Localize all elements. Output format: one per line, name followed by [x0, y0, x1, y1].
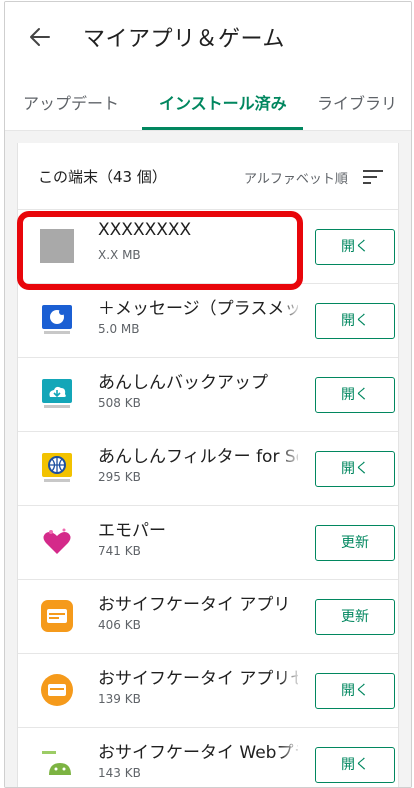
page-title: マイアプリ＆ゲーム — [83, 27, 285, 52]
list-item[interactable]: おサイフケータイ アプリ 406 KB 更新 — [18, 579, 398, 654]
app-name: エモパー — [98, 521, 166, 541]
active-tab-indicator — [142, 127, 303, 130]
text-fade — [280, 735, 302, 765]
sort-order-label[interactable]: アルファベット順 — [244, 168, 348, 187]
tab-bar: アップデート インストール済み ライブラリ — [5, 70, 411, 131]
app-size: 139 KB — [98, 692, 141, 706]
list-item[interactable]: ＋メッセージ（プラスメッセ 5.0 MB 開く — [18, 283, 398, 358]
app-name: おサイフケータイ アプリ — [98, 595, 291, 615]
update-button[interactable]: 更新 — [315, 525, 395, 561]
emopa-heart-icon — [43, 528, 71, 554]
sort-icon[interactable] — [363, 170, 385, 184]
text-fade — [280, 291, 302, 321]
open-button[interactable]: 開く — [315, 747, 395, 783]
open-button[interactable]: 開く — [315, 377, 395, 413]
app-name: おサイフケータイ アプリセ — [98, 669, 298, 689]
list-item[interactable]: あんしんフィルター for SoftBank 295 KB 開く — [18, 431, 398, 506]
open-button[interactable]: 開く — [315, 673, 395, 709]
app-size: 741 KB — [98, 544, 141, 558]
tab-updates[interactable]: アップデート — [23, 90, 119, 114]
list-item[interactable]: おサイフケータイ Webプラ 143 KB 開く — [18, 727, 398, 787]
list-item[interactable]: エモパー 741 KB 更新 — [18, 505, 398, 580]
osaifu-keitai-settings-icon — [41, 674, 73, 706]
phone-screen: マイアプリ＆ゲーム アップデート インストール済み ライブラリ この端末（43 … — [4, 1, 412, 788]
back-arrow-icon[interactable] — [27, 24, 53, 50]
open-button[interactable]: 開く — [315, 229, 395, 265]
app-size: 295 KB — [98, 470, 141, 484]
app-size: 5.0 MB — [98, 322, 140, 336]
backup-cloud-icon — [42, 379, 72, 408]
device-app-count: この端末（43 個） — [38, 168, 167, 186]
open-button[interactable]: 開く — [315, 451, 395, 487]
tab-library[interactable]: ライブラリ — [317, 90, 397, 114]
list-item[interactable]: おサイフケータイ アプリセ 139 KB 開く — [18, 653, 398, 728]
app-size: 143 KB — [98, 766, 141, 780]
app-size: 406 KB — [98, 618, 141, 632]
update-button[interactable]: 更新 — [315, 599, 395, 635]
list-item[interactable]: あんしんバックアップ 508 KB 開く — [18, 357, 398, 432]
android-web-plugin-icon — [42, 751, 71, 775]
app-size: 508 KB — [98, 396, 141, 410]
app-name: あんしんフィルター for SoftBank — [98, 447, 298, 467]
open-button[interactable]: 開く — [315, 303, 395, 339]
highlight-frame — [17, 211, 303, 290]
app-name: おサイフケータイ Webプラ — [98, 743, 298, 763]
text-fade — [280, 439, 302, 469]
app-name: ＋メッセージ（プラスメッセ — [98, 299, 298, 319]
osaifu-keitai-icon — [41, 600, 73, 632]
top-app-bar: マイアプリ＆ゲーム — [5, 2, 411, 70]
filter-globe-icon — [42, 453, 72, 482]
app-name: あんしんバックアップ — [98, 373, 268, 393]
section-header: この端末（43 個） アルファベット順 — [18, 143, 398, 210]
plus-message-icon — [42, 305, 72, 334]
text-fade — [280, 661, 302, 691]
tab-installed[interactable]: インストール済み — [159, 90, 287, 114]
